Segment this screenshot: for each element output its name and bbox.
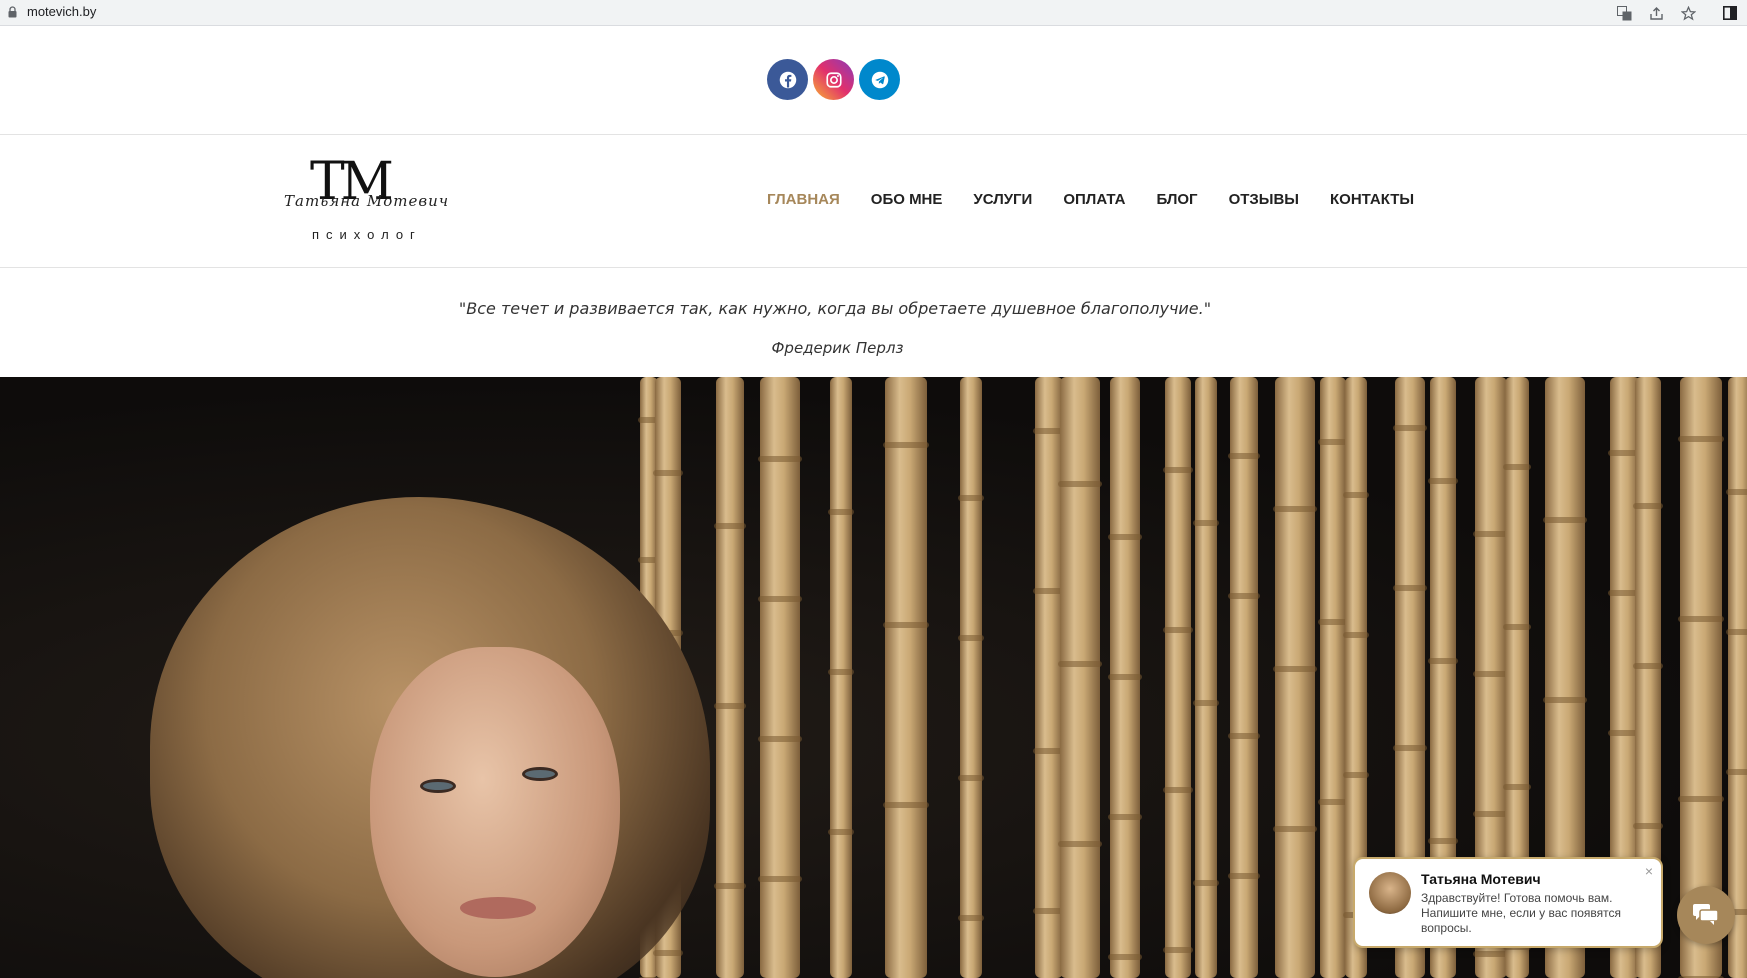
bookmark-star-icon[interactable] [1679,4,1697,22]
chat-sender-name: Татьяна Мотевич [1421,871,1541,887]
logo[interactable]: TM Татьяна Мотевич психолог [282,156,462,246]
share-icon[interactable] [1647,4,1665,22]
nav-item-payment[interactable]: ОПЛАТА [1063,191,1125,208]
close-icon[interactable]: × [1645,863,1653,879]
url-text[interactable]: motevich.by [27,4,96,19]
avatar [1369,872,1411,914]
nav-item-blog[interactable]: БЛОГ [1156,191,1197,208]
logo-script: Татьяна Мотевич [284,192,450,210]
facebook-icon[interactable] [767,59,808,100]
nav-item-home[interactable]: ГЛАВНАЯ [767,191,840,208]
translate-icon[interactable] [1615,4,1633,22]
nav-item-services[interactable]: УСЛУГИ [973,191,1032,208]
quote-author: Фредерик Перлз [771,339,904,357]
browser-address-bar: motevich.by [0,0,1747,26]
nav-item-about[interactable]: ОБО МНЕ [871,191,943,208]
nav-item-reviews[interactable]: ОТЗЫВЫ [1229,191,1299,208]
chat-button[interactable] [1677,886,1735,944]
side-panel-icon[interactable] [1721,4,1739,22]
instagram-icon[interactable] [813,59,854,100]
quote-text: "Все течет и развивается так, как нужно,… [458,299,1212,318]
logo-subtitle: психолог [312,227,422,242]
quote-section: "Все течет и развивается так, как нужно,… [0,269,1747,377]
portrait-photo [150,497,710,978]
main-nav: ГЛАВНАЯ ОБО МНЕ УСЛУГИ ОПЛАТА БЛОГ ОТЗЫВ… [767,191,1445,208]
chat-popup[interactable]: Татьяна Мотевич Здравствуйте! Готова пом… [1353,857,1663,948]
nav-item-contacts[interactable]: КОНТАКТЫ [1330,191,1414,208]
site-header: TM Татьяна Мотевич психолог ГЛАВНАЯ ОБО … [0,136,1747,268]
telegram-icon[interactable] [859,59,900,100]
chat-message: Здравствуйте! Готова помочь вам. Напишит… [1421,891,1622,935]
lock-icon [8,6,17,18]
chat-icon [1693,904,1719,925]
social-bar [0,27,1747,135]
